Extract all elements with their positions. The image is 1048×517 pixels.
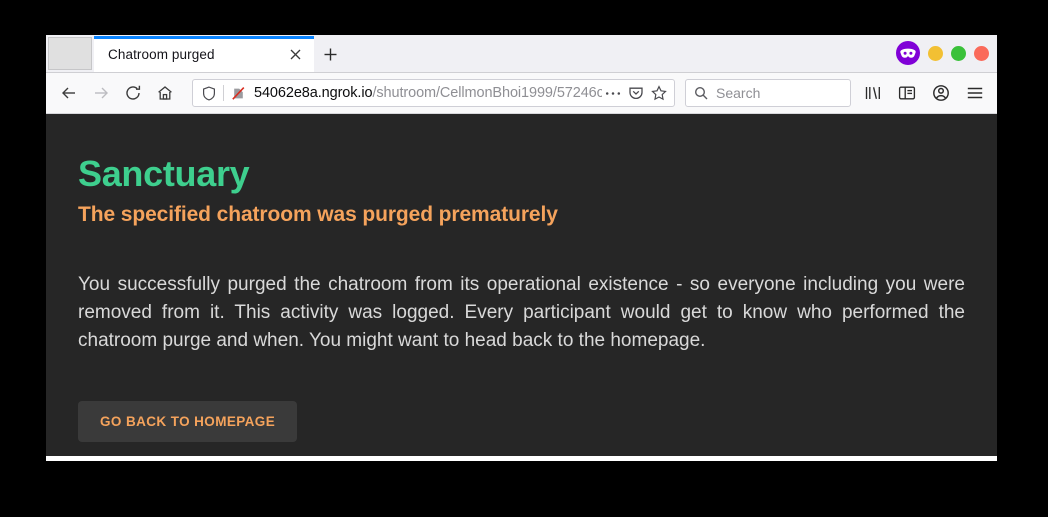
page-subtitle: The specified chatroom was purged premat… xyxy=(78,202,558,226)
private-mask-icon[interactable] xyxy=(896,41,920,65)
search-placeholder: Search xyxy=(716,85,761,101)
url-bar[interactable]: 54062e8a.ngrok.io/shutroom/CellmonBhoi19… xyxy=(192,79,675,107)
tab-strip: Chatroom purged xyxy=(46,35,997,73)
url-bar-divider xyxy=(223,85,224,101)
sidebar-icon[interactable] xyxy=(893,79,921,107)
forward-arrow-icon xyxy=(86,78,116,108)
url-host: 54062e8a.ngrok.io xyxy=(254,85,373,101)
search-icon xyxy=(694,86,708,100)
go-back-to-homepage-button[interactable]: GO BACK TO HOMEPAGE xyxy=(78,400,298,442)
more-actions-icon[interactable] xyxy=(602,82,624,104)
star-icon[interactable] xyxy=(648,82,670,104)
account-icon[interactable] xyxy=(927,79,955,107)
window-bottom-edge xyxy=(46,456,997,461)
hamburger-menu-icon[interactable] xyxy=(961,79,989,107)
page-inner: Sanctuary The specified chatroom was pur… xyxy=(78,154,965,442)
minimize-dot[interactable] xyxy=(928,45,943,61)
tab-title: Chatroom purged xyxy=(108,46,215,62)
close-icon[interactable] xyxy=(284,43,306,65)
toolbar-icon-group xyxy=(859,79,989,107)
maximize-dot[interactable] xyxy=(951,45,966,61)
page-body-text: You successfully purged the chatroom fro… xyxy=(78,273,965,351)
url-path: /shutroom/CellmonBhoi1999/57246cfa xyxy=(372,85,602,101)
page-content: Sanctuary The specified chatroom was pur… xyxy=(46,114,997,456)
browser-window: Chatroom purged 54062e8a.ngrok.io/shutro… xyxy=(46,35,997,461)
url-text: 54062e8a.ngrok.io/shutroom/CellmonBhoi19… xyxy=(254,85,602,101)
back-arrow-icon[interactable] xyxy=(54,78,84,108)
browser-tab-active[interactable]: Chatroom purged xyxy=(94,36,314,72)
tracking-protection-shield-icon[interactable] xyxy=(199,83,219,103)
search-input[interactable]: Search xyxy=(685,79,851,107)
url-bar-actions xyxy=(602,82,670,104)
insecure-connection-icon[interactable] xyxy=(228,83,248,103)
reload-icon[interactable] xyxy=(118,78,148,108)
home-icon[interactable] xyxy=(150,78,180,108)
window-controls xyxy=(896,41,989,65)
pocket-icon[interactable] xyxy=(625,82,647,104)
tab-strip-left-placeholder xyxy=(48,37,92,70)
new-tab-button[interactable] xyxy=(314,37,346,71)
close-dot[interactable] xyxy=(974,45,989,61)
navigation-toolbar: 54062e8a.ngrok.io/shutroom/CellmonBhoi19… xyxy=(46,73,997,114)
screenshot-root: Chatroom purged 54062e8a.ngrok.io/shutro… xyxy=(0,0,1048,517)
library-icon[interactable] xyxy=(859,79,887,107)
page-title: Sanctuary xyxy=(78,153,250,194)
